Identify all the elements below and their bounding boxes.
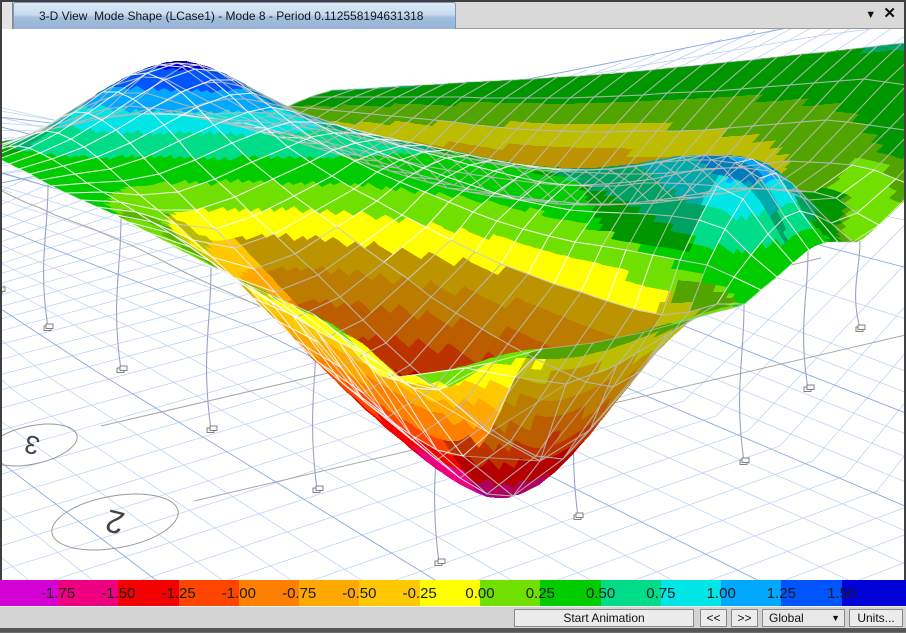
svg-text:2: 2 — [102, 502, 128, 541]
svg-text:3: 3 — [21, 429, 42, 462]
